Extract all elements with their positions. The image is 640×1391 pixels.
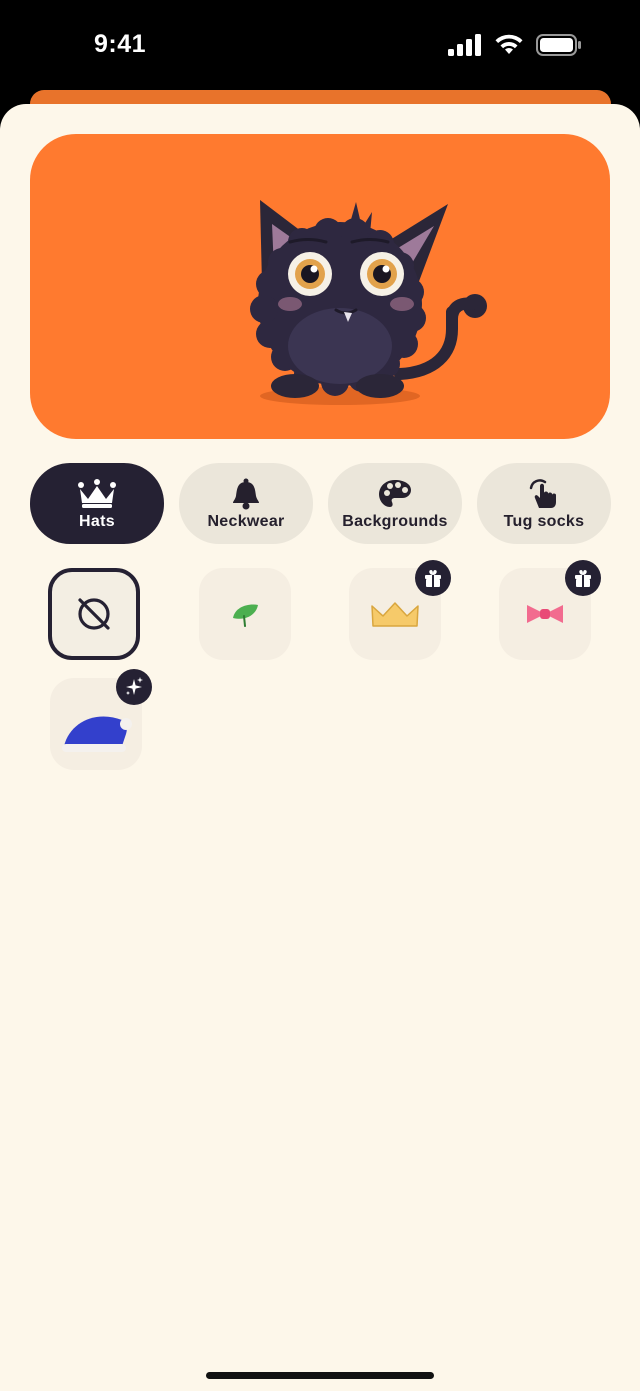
category-tabs: Hats Neckwear Backgrounds Tug socks [30,463,611,544]
crown-hat-icon [371,602,419,627]
tab-neckwear[interactable]: Neckwear [179,463,313,544]
crown-icon [78,478,116,508]
wifi-icon [495,34,523,54]
bell-icon [233,478,259,509]
palette-icon [379,479,411,507]
home-indicator[interactable] [206,1372,434,1379]
sparkles-badge [116,669,152,705]
tab-label: Tug socks [503,512,585,530]
battery-icon [536,34,581,56]
tab-label: Backgrounds [342,512,448,530]
item-leaf[interactable] [199,568,291,660]
tab-label: Neckwear [207,512,285,530]
tab-tug-socks[interactable]: Tug socks [477,463,611,544]
hand-pointer-icon [529,478,556,508]
status-time: 9:41 [94,30,147,58]
leaf-icon [233,604,258,627]
signal-icon [448,34,481,56]
tab-label: Hats [79,512,115,530]
santa-hat-icon [62,716,132,752]
gift-icon [425,570,441,587]
gift-badge [415,560,451,596]
tab-hats[interactable]: Hats [30,463,164,544]
sparkles-icon [126,677,143,695]
item-no-hat[interactable] [48,568,140,660]
black-cat-pet [250,200,487,405]
gift-badge [565,560,601,596]
status-bar: 9:41 [0,0,640,96]
gift-icon [575,570,591,587]
tab-backgrounds[interactable]: Backgrounds [328,463,462,544]
bow-icon [527,605,563,623]
status-icons [448,34,582,56]
pet-preview [30,134,610,439]
no-item-icon [78,598,110,630]
